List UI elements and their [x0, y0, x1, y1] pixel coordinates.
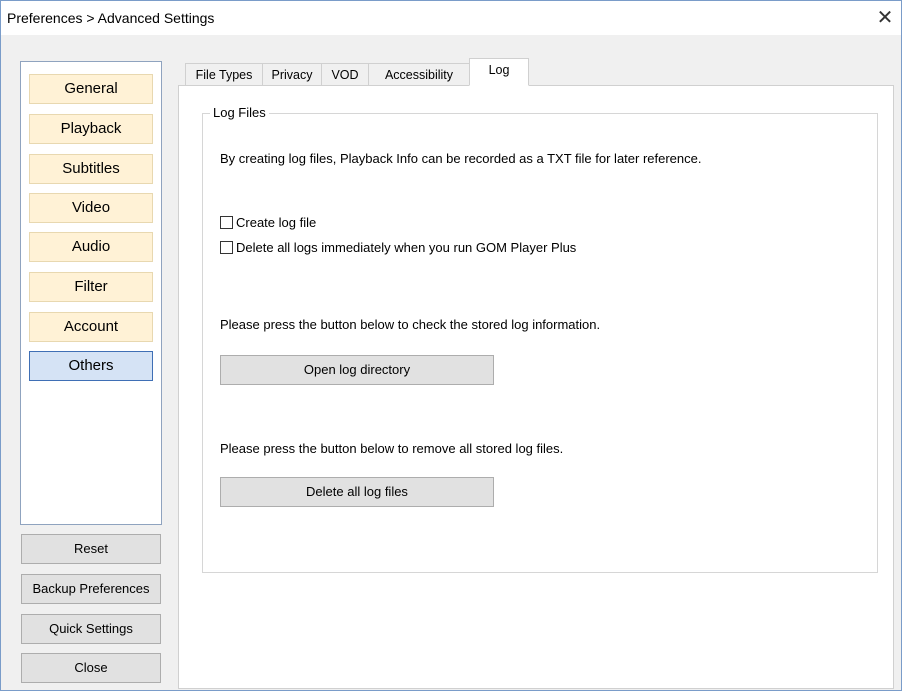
nav-account[interactable]: Account — [29, 312, 153, 342]
tab-vod[interactable]: VOD — [321, 63, 369, 85]
open-log-directory-button[interactable]: Open log directory — [220, 355, 494, 385]
nav-subtitles[interactable]: Subtitles — [29, 154, 153, 184]
close-icon[interactable]: ✕ — [873, 6, 897, 30]
tab-accessibility[interactable]: Accessibility — [368, 63, 470, 85]
window-title: Preferences > Advanced Settings — [7, 10, 215, 26]
nav-others[interactable]: Others — [29, 351, 153, 381]
nav-general[interactable]: General — [29, 74, 153, 104]
close-button[interactable]: Close — [21, 653, 161, 683]
check-info-text: Please press the button below to check t… — [220, 317, 601, 332]
delete-all-log-files-button[interactable]: Delete all log files — [220, 477, 494, 507]
category-list: General Playback Subtitles Video Audio F… — [20, 61, 162, 525]
create-log-checkbox[interactable]: Create log file — [220, 214, 316, 230]
backup-preferences-button[interactable]: Backup Preferences — [21, 574, 161, 604]
tab-file-types[interactable]: File Types — [185, 63, 263, 85]
nav-playback[interactable]: Playback — [29, 114, 153, 144]
delete-logs-label: Delete all logs immediately when you run… — [236, 240, 577, 256]
title-bar: Preferences > Advanced Settings ✕ — [1, 1, 901, 35]
checkbox-box[interactable] — [220, 216, 233, 230]
group-title: Log Files — [210, 105, 269, 120]
log-description: By creating log files, Playback Info can… — [220, 151, 702, 166]
nav-filter[interactable]: Filter — [29, 272, 153, 302]
preferences-window: Preferences > Advanced Settings ✕ Genera… — [0, 0, 902, 691]
remove-info-text: Please press the button below to remove … — [220, 441, 564, 456]
reset-button[interactable]: Reset — [21, 534, 161, 564]
checkbox-box[interactable] — [220, 241, 233, 255]
tab-privacy[interactable]: Privacy — [262, 63, 322, 85]
tab-log[interactable]: Log — [469, 58, 529, 86]
nav-video[interactable]: Video — [29, 193, 153, 223]
delete-logs-checkbox[interactable]: Delete all logs immediately when you run… — [220, 239, 576, 255]
quick-settings-button[interactable]: Quick Settings — [21, 614, 161, 644]
create-log-label: Create log file — [236, 215, 317, 231]
nav-audio[interactable]: Audio — [29, 232, 153, 262]
